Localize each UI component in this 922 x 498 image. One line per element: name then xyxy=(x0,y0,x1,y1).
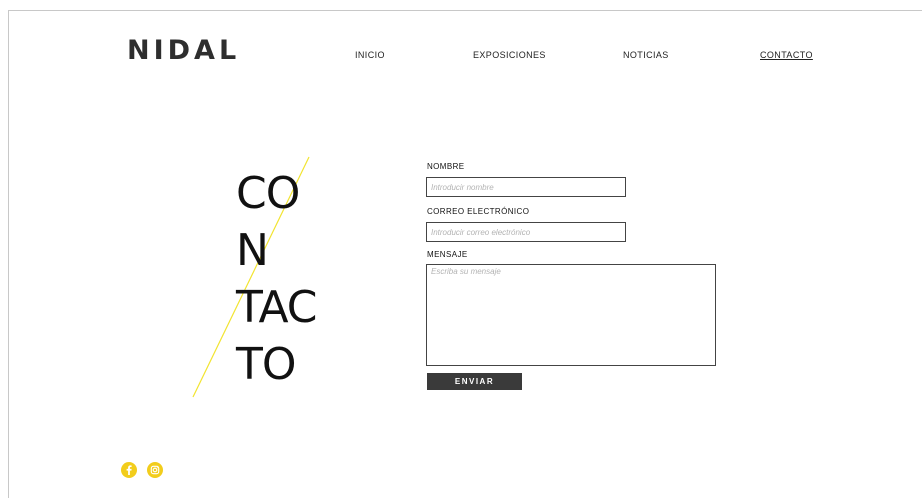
message-label: MENSAJE xyxy=(427,250,468,259)
name-label: NOMBRE xyxy=(427,162,465,171)
email-label: CORREO ELECTRÓNICO xyxy=(427,207,530,216)
submit-button[interactable]: ENVIAR xyxy=(427,373,522,390)
email-input[interactable] xyxy=(426,222,626,242)
title-line-2: N xyxy=(236,225,269,276)
title-line-3: TAC xyxy=(236,282,318,333)
diagonal-accent-line xyxy=(192,156,310,398)
title-line-1: CO xyxy=(236,168,300,219)
title-line-4: TO xyxy=(236,339,297,390)
facebook-icon[interactable] xyxy=(121,462,137,478)
instagram-icon[interactable] xyxy=(147,462,163,478)
message-textarea[interactable] xyxy=(426,264,716,366)
name-input[interactable] xyxy=(426,177,626,197)
